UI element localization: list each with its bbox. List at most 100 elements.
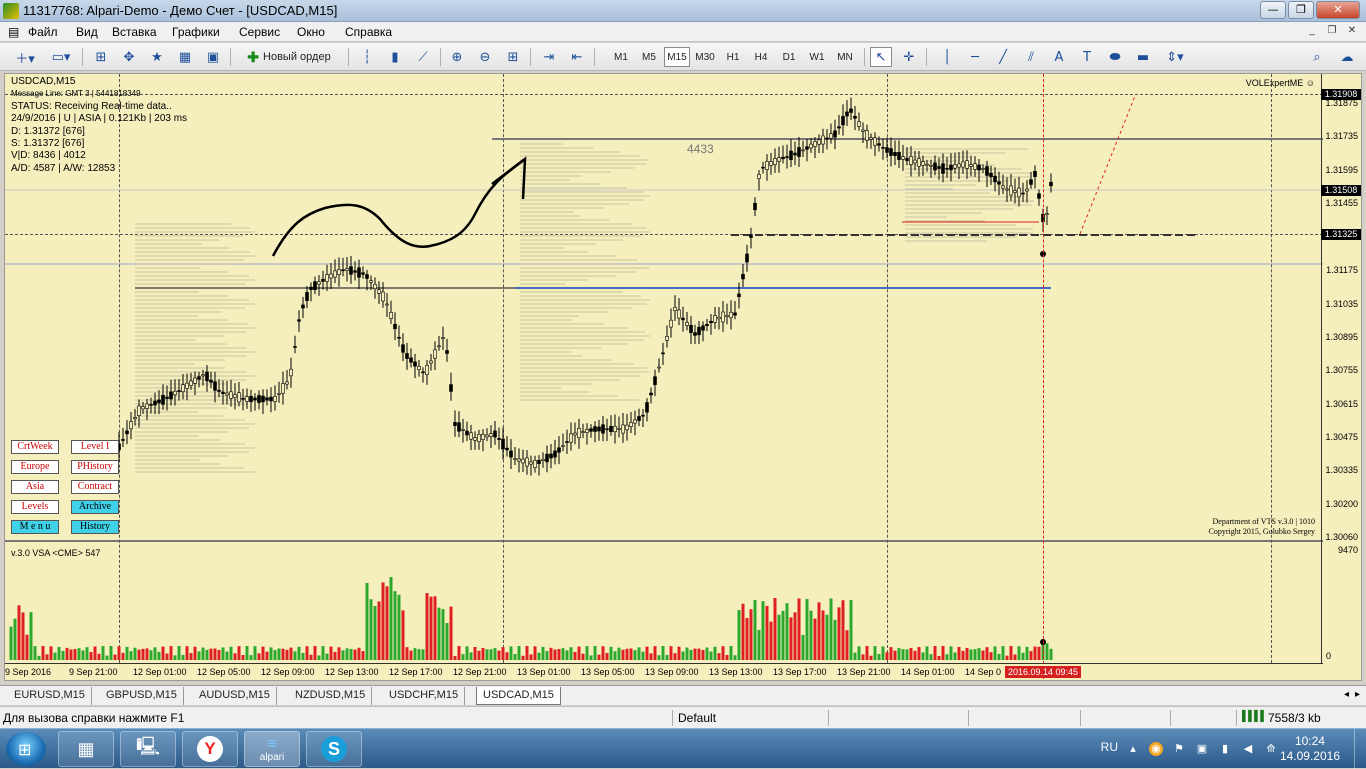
menu-window[interactable]: Окно	[297, 25, 325, 39]
bar-chart-icon[interactable]: ┆	[356, 47, 378, 67]
child-close-button[interactable]: ✕	[1344, 24, 1360, 39]
tab-scroll-right[interactable]: ▸	[1355, 689, 1360, 700]
tray-app-icon[interactable]: ◉	[1149, 742, 1163, 756]
price-scale[interactable]: 1.31908 1.31875 1.31735 1.31595 1.31508 …	[1321, 74, 1361, 663]
tab-usdchf[interactable]: USDCHF,M15	[383, 687, 466, 705]
trendline-icon[interactable]: ╱	[992, 47, 1014, 67]
tab-nzdusd[interactable]: NZDUSD,M15	[289, 687, 373, 705]
taskbar-calculator[interactable]: ▦	[58, 731, 114, 767]
line-chart-icon[interactable]: ⟋	[412, 47, 434, 67]
menu-charts[interactable]: Графики	[172, 25, 220, 39]
show-desktop-button[interactable]	[1354, 729, 1366, 769]
timeframe-m1[interactable]: M1	[608, 47, 634, 67]
new-chart-icon[interactable]: ＋▾	[10, 47, 40, 67]
crtweek-button[interactable]: CrtWeek	[11, 440, 59, 454]
cursor-icon[interactable]: ↖	[870, 47, 892, 67]
clock[interactable]: 10:24 14.09.2016	[1280, 734, 1340, 764]
candle-body	[529, 461, 533, 465]
network-icon[interactable]: ▮	[1218, 742, 1232, 756]
navigator-icon[interactable]: ✥	[118, 47, 140, 67]
tray-flag-icon[interactable]: ⚑	[1172, 742, 1186, 756]
tray-device-icon[interactable]: ▣	[1195, 742, 1209, 756]
profile-name[interactable]: Default	[678, 711, 716, 725]
terminal-icon[interactable]: ▦	[174, 47, 196, 67]
tab-eurusd[interactable]: EURUSD,M15	[8, 687, 92, 705]
child-restore-button[interactable]: ❐	[1324, 24, 1340, 39]
menu-doc-icon[interactable]: ▤	[8, 25, 19, 39]
new-order-label: Новый ордер	[263, 51, 331, 63]
candle-body	[653, 376, 657, 385]
close-button[interactable]: ✕	[1316, 1, 1360, 19]
arrows-icon[interactable]: ⇕▾	[1160, 47, 1190, 67]
chart-shift-icon[interactable]: ⇤	[566, 47, 588, 67]
ellipse-icon[interactable]: ⬬	[1104, 47, 1126, 67]
minimize-button[interactable]: —	[1260, 1, 1286, 19]
zoom-out-icon[interactable]: ⊖	[474, 47, 496, 67]
menu-help[interactable]: Справка	[345, 25, 392, 39]
candle-body	[341, 269, 345, 272]
community-icon[interactable]: ☁	[1336, 47, 1358, 67]
tab-gbpusd[interactable]: GBPUSD,M15	[100, 687, 184, 705]
volume-icon[interactable]: ◀	[1241, 742, 1255, 756]
menu-insert[interactable]: Вставка	[112, 25, 157, 39]
zoom-in-icon[interactable]: ⊕	[446, 47, 468, 67]
timeframe-h4[interactable]: H4	[748, 47, 774, 67]
favorites-icon[interactable]: ★	[146, 47, 168, 67]
market-watch-icon[interactable]: ⊞	[90, 47, 112, 67]
timeframe-d1[interactable]: D1	[776, 47, 802, 67]
contract-button[interactable]: Contract	[71, 480, 119, 494]
crosshair-icon[interactable]: ✛	[898, 47, 920, 67]
language-indicator[interactable]: RU	[1101, 740, 1118, 754]
price-tick: 1.31175	[1326, 265, 1358, 275]
candlestick-icon[interactable]: ▮	[384, 47, 406, 67]
timeframe-h1[interactable]: H1	[720, 47, 746, 67]
tab-usdcad[interactable]: USDCAD,M15	[476, 687, 561, 705]
tile-windows-icon[interactable]: ⊞	[502, 47, 524, 67]
phistory-button[interactable]: PHistory	[71, 460, 119, 474]
tab-audusd[interactable]: AUDUSD,M15	[193, 687, 277, 705]
horizontal-line-icon[interactable]: ─	[964, 47, 986, 67]
menu-button[interactable]: M e n u	[11, 520, 59, 534]
timeframe-mn[interactable]: MN	[832, 47, 858, 67]
timeframe-m15[interactable]: M15	[664, 47, 690, 67]
tray-expand-icon[interactable]: ▴	[1126, 742, 1140, 756]
levels-button[interactable]: Levels	[11, 500, 59, 514]
volume-bar	[501, 647, 505, 660]
volume-bar	[981, 650, 985, 660]
europe-button[interactable]: Europe	[11, 460, 59, 474]
timeframe-m30[interactable]: M30	[692, 47, 718, 67]
tab-scroll-left[interactable]: ◂	[1344, 689, 1349, 700]
candle-body	[225, 392, 229, 396]
level-i-button[interactable]: Level I	[71, 440, 119, 454]
vertical-line-icon[interactable]: │	[936, 47, 958, 67]
timeframe-m5[interactable]: M5	[636, 47, 662, 67]
time-axis[interactable]: 9 Sep 2016 9 Sep 21:00 12 Sep 01:00 12 S…	[5, 663, 1323, 681]
restore-button[interactable]: ❐	[1288, 1, 1314, 19]
chart-window[interactable]: USDCAD,M15 Message Line: GMT 3 | 5441818…	[4, 73, 1362, 681]
text-icon[interactable]: A	[1048, 47, 1070, 67]
menu-view[interactable]: Вид	[76, 25, 98, 39]
search-icon[interactable]: ⌕	[1306, 47, 1328, 67]
profiles-icon[interactable]: ▭▾	[46, 47, 76, 67]
taskbar-alpari[interactable]: ≋ alpari	[244, 731, 300, 767]
timeframe-w1[interactable]: W1	[804, 47, 830, 67]
new-order-button[interactable]: ✚ Новый ордер	[238, 47, 340, 67]
strategy-tester-icon[interactable]: ▣	[202, 47, 224, 67]
traffic-status[interactable]: 7558/3 kb	[1268, 711, 1321, 725]
menu-tools[interactable]: Сервис	[239, 25, 280, 39]
taskbar-explorer[interactable]: 🖳	[120, 731, 176, 767]
autoscroll-icon[interactable]: ⇥	[538, 47, 560, 67]
text-label-icon[interactable]: T	[1076, 47, 1098, 67]
history-button[interactable]: History	[71, 520, 119, 534]
asia-button[interactable]: Asia	[11, 480, 59, 494]
archive-button[interactable]: Archive	[71, 500, 119, 514]
tray-signal-icon[interactable]: ⟰	[1264, 742, 1278, 756]
rectangle-icon[interactable]: ▬	[1132, 47, 1154, 67]
taskbar-skype[interactable]: S	[306, 731, 362, 767]
equidistant-channel-icon[interactable]: ⫽	[1020, 47, 1042, 67]
start-button[interactable]: ⊞	[6, 732, 46, 766]
menu-file[interactable]: Файл	[28, 25, 58, 39]
child-minimize-button[interactable]: _	[1304, 24, 1320, 39]
taskbar-yandex[interactable]: Y	[182, 731, 238, 767]
expert-advisor-label[interactable]: VOLExpertME ☺	[1246, 78, 1315, 88]
